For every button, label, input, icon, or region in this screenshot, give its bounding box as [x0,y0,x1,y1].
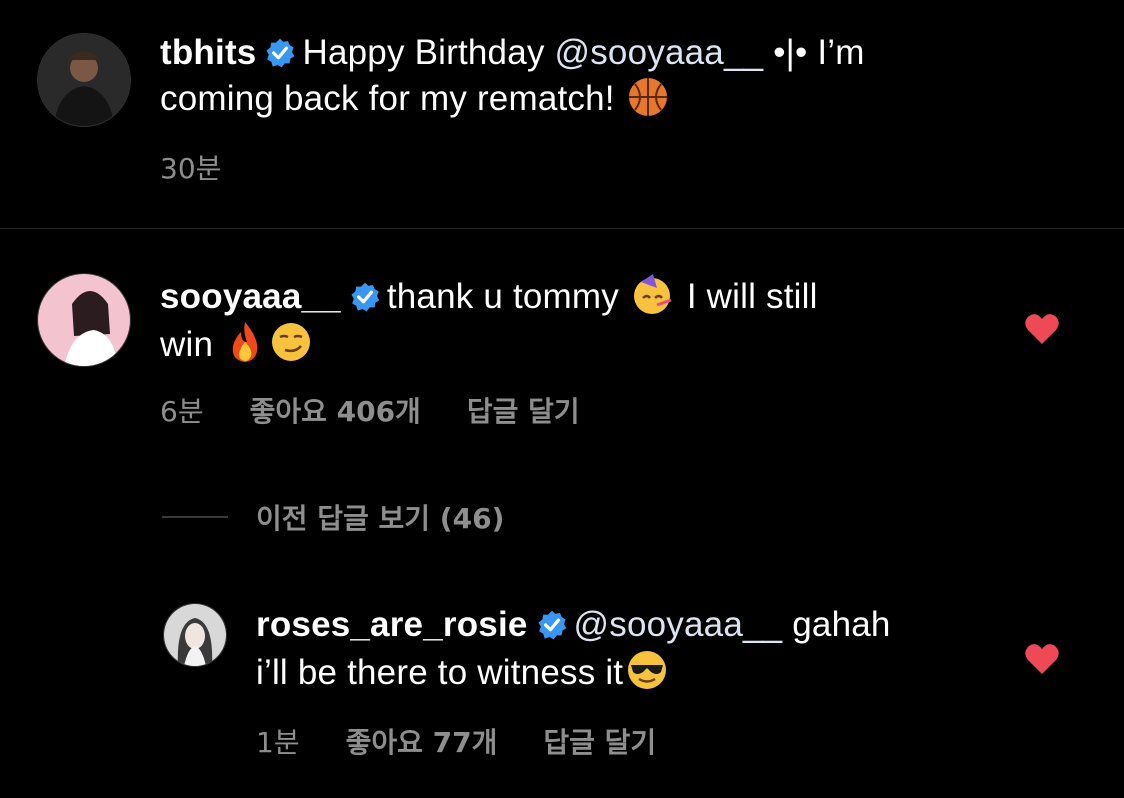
comment-text: sooyaaa__ thank u tommy I will still win [160,272,1000,368]
smirk-icon [272,323,311,361]
avatar-sooyaaa[interactable] [37,273,131,367]
replies-line [162,516,228,518]
sunglasses-face-icon [628,651,667,689]
comment-meta: 30분 [160,147,267,187]
comment-meta: 6분 좋아요 406개 답글 달기 [160,390,626,430]
view-previous-replies[interactable]: 이전 답글 보기 (46) [256,497,504,537]
reply-button[interactable]: 답글 달기 [467,395,580,428]
basketball-icon [628,78,667,116]
mention-link[interactable]: @sooyaaa__ [574,605,783,644]
mention-link[interactable]: @sooyaaa__ [555,33,764,72]
timestamp: 30분 [160,152,222,185]
heart-icon[interactable] [1024,313,1060,345]
divider [0,228,1124,229]
comment-meta: 1분 좋아요 77개 답글 달기 [256,721,702,761]
avatar-tbhits[interactable] [37,33,131,127]
username[interactable]: sooyaaa__ [160,277,341,316]
timestamp: 6분 [160,395,204,428]
avatar-roses-are-rosie[interactable] [163,603,227,667]
reply-button[interactable]: 답글 달기 [543,726,656,759]
timestamp: 1분 [256,726,300,759]
likes-count[interactable]: 좋아요 77개 [346,726,498,759]
heart-icon[interactable] [1024,643,1060,675]
verified-badge-icon [537,610,566,640]
username[interactable]: tbhits [160,33,256,72]
fire-icon [232,322,258,362]
comment-text: tbhits Happy Birthday @sooyaaa__ •|• I’m … [160,33,865,118]
verified-badge-icon [266,38,295,68]
comment-text: roses_are_rosie @sooyaaa__ gahah i’ll be … [256,605,891,692]
likes-count[interactable]: 좋아요 406개 [250,395,421,428]
partying-face-icon [633,274,672,314]
verified-badge-icon [351,282,380,312]
username[interactable]: roses_are_rosie [256,605,528,644]
